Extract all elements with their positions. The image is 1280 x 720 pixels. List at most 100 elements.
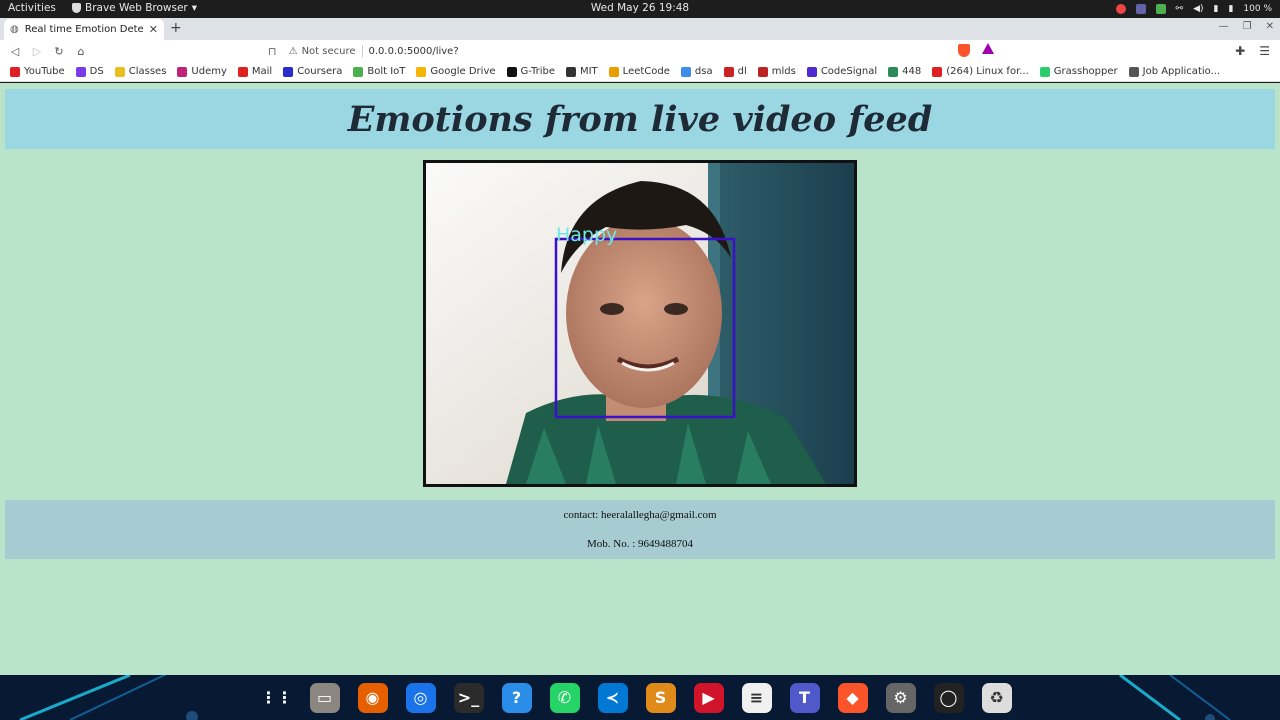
files-glyph: ▭ [309, 682, 340, 713]
bookmark-item[interactable]: G-Tribe [506, 66, 555, 77]
reload-button[interactable]: ↻ [48, 45, 70, 58]
browser-tab[interactable]: ◍ Real time Emotion Detect ✕ [4, 19, 164, 40]
contact-email: contact: heeralallegha@gmail.com [563, 509, 717, 521]
bookmark-item[interactable]: YouTube [10, 66, 65, 77]
files-icon[interactable]: ▭ [306, 679, 343, 716]
bookmark-label: Udemy [191, 66, 227, 77]
chevron-down-icon: ▾ [191, 2, 198, 14]
teams-tray-icon[interactable] [1135, 4, 1146, 14]
bookmark-item[interactable]: Udemy [177, 66, 227, 77]
bookmarks-bar: YouTube DS Classes Udemy Mail Coursera Bolt Io… [0, 62, 1280, 82]
battery-icon: ▮ [1228, 4, 1234, 14]
page-title: Emotions from live video feed [347, 98, 933, 140]
bookmark-item[interactable]: Classes [114, 66, 166, 77]
bookmark-favicon-icon [353, 66, 364, 77]
activities-button[interactable]: Activities [8, 2, 56, 14]
page-footer: contact: heeralallegha@gmail.com Mob. No… [5, 500, 1275, 559]
warning-icon: ⚠ [288, 45, 298, 57]
bookmark-item[interactable]: (264) Linux for... [932, 66, 1029, 77]
new-tab-button[interactable]: + [170, 20, 182, 36]
text-editor-icon[interactable]: ≡ [738, 679, 775, 716]
help-glyph: ? [501, 682, 532, 713]
bookmark-item[interactable]: Job Applicatio... [1128, 66, 1220, 77]
settings-glyph: ⚙ [885, 682, 916, 713]
sublime-text-icon[interactable]: S [642, 679, 679, 716]
firefox-icon[interactable]: ◉ [354, 679, 391, 716]
bookmark-item[interactable]: mlds [757, 66, 796, 77]
terminal-icon[interactable]: >_ [450, 679, 487, 716]
settings-icon[interactable]: ⚙ [882, 679, 919, 716]
emotion-label: Happy [556, 224, 617, 246]
bookmark-label: DS [89, 66, 104, 77]
home-button[interactable]: ⌂ [70, 45, 92, 58]
volume-icon: ◀) [1193, 4, 1204, 14]
network-icon: ⚯ [1175, 4, 1184, 14]
minimize-icon[interactable]: — [1219, 21, 1229, 32]
app-grid-icon[interactable]: ⋮⋮ [258, 679, 295, 716]
help-icon[interactable]: ? [498, 679, 535, 716]
record-icon[interactable] [1115, 4, 1126, 14]
system-tray[interactable]: ⚯ ◀) ▮ ▮ 100 % [1115, 1, 1272, 17]
bookmark-label: G-Tribe [520, 66, 555, 77]
youtube-music-icon[interactable]: ▶ [690, 679, 727, 716]
security-label: Not secure [301, 45, 356, 57]
brave-shields-icon[interactable] [958, 44, 970, 57]
bookmark-item[interactable]: CodeSignal [806, 66, 878, 77]
back-button[interactable]: ◁ [4, 45, 26, 58]
restore-icon[interactable]: ❐ [1243, 21, 1252, 32]
brave-icon [72, 3, 81, 13]
brave-icon[interactable]: ◆ [834, 679, 871, 716]
bookmark-page-icon[interactable]: ⊓ [268, 45, 277, 58]
bookmark-item[interactable]: dl [723, 66, 747, 77]
clock[interactable]: Wed May 26 19:48 [591, 2, 689, 14]
bookmark-item[interactable]: 448 [888, 66, 921, 77]
whatsapp-icon[interactable]: ✆ [546, 679, 583, 716]
navigation-bar: ◁ ▷ ↻ ⌂ ⊓ ⚠ Not secure 0.0.0.0:5000/live… [0, 40, 1280, 62]
bookmark-label: dsa [694, 66, 713, 77]
close-tab-icon[interactable]: ✕ [149, 23, 158, 36]
bookmark-favicon-icon [757, 66, 768, 77]
youtube-music-glyph: ▶ [693, 682, 724, 713]
trash-glyph: ♻ [981, 682, 1012, 713]
bookmark-label: 448 [902, 66, 922, 77]
extensions-icon[interactable]: ✚ [1235, 44, 1245, 58]
trash-icon[interactable]: ♻ [978, 679, 1015, 716]
brave-rewards-icon[interactable] [982, 43, 994, 54]
chrome-icon[interactable]: ◎ [402, 679, 439, 716]
vscode-icon[interactable]: ≺ [594, 679, 631, 716]
globe-icon: ◍ [10, 24, 19, 35]
menu-icon[interactable]: ☰ [1259, 44, 1270, 58]
bookmark-item[interactable]: dsa [680, 66, 713, 77]
bookmark-item[interactable]: Grasshopper [1039, 66, 1118, 77]
obs-icon[interactable]: ◯ [930, 679, 967, 716]
teams-icon[interactable]: T [786, 679, 823, 716]
app-dock: ⋮⋮ ▭ ◉ ◎ >_? ✆ ≺ S ▶ ≡ T ◆ ⚙ ◯ ♻ [0, 675, 1280, 720]
system-top-bar: Activities Brave Web Browser ▾ Wed May 2… [0, 0, 1280, 18]
bookmark-label: Coursera [297, 66, 343, 77]
teams-glyph: T [789, 682, 820, 713]
bookmark-label: CodeSignal [820, 66, 878, 77]
bookmark-item[interactable]: Mail [237, 66, 272, 77]
page-viewport: Emotions from live video feed Happy cont… [0, 83, 1280, 675]
close-window-icon[interactable]: ✕ [1266, 21, 1274, 32]
bookmark-item[interactable]: LeetCode [608, 66, 670, 77]
bookmark-label: dl [737, 66, 747, 77]
video-frame-image: Happy [426, 163, 854, 484]
bookmark-label: Bolt IoT [367, 66, 406, 77]
app-menu[interactable]: Brave Web Browser ▾ [72, 2, 197, 14]
bookmark-item[interactable]: MIT [565, 66, 598, 77]
page-header: Emotions from live video feed [5, 89, 1275, 149]
bookmark-item[interactable]: Bolt IoT [353, 66, 405, 77]
forward-button[interactable]: ▷ [26, 45, 48, 58]
address-bar[interactable]: 0.0.0.0:5000/live? [369, 46, 459, 57]
bookmark-favicon-icon [932, 66, 943, 77]
bookmark-item[interactable]: Coursera [283, 66, 342, 77]
shield-tray-icon[interactable] [1155, 4, 1166, 14]
bookmark-item[interactable]: Google Drive [416, 66, 496, 77]
security-indicator[interactable]: ⚠ Not secure [289, 46, 356, 57]
battery-percent: 100 % [1243, 4, 1272, 14]
bookmark-favicon-icon [565, 66, 576, 77]
bookmark-label: mlds [771, 66, 796, 77]
bookmark-item[interactable]: DS [75, 66, 104, 77]
bookmark-favicon-icon [806, 66, 817, 77]
